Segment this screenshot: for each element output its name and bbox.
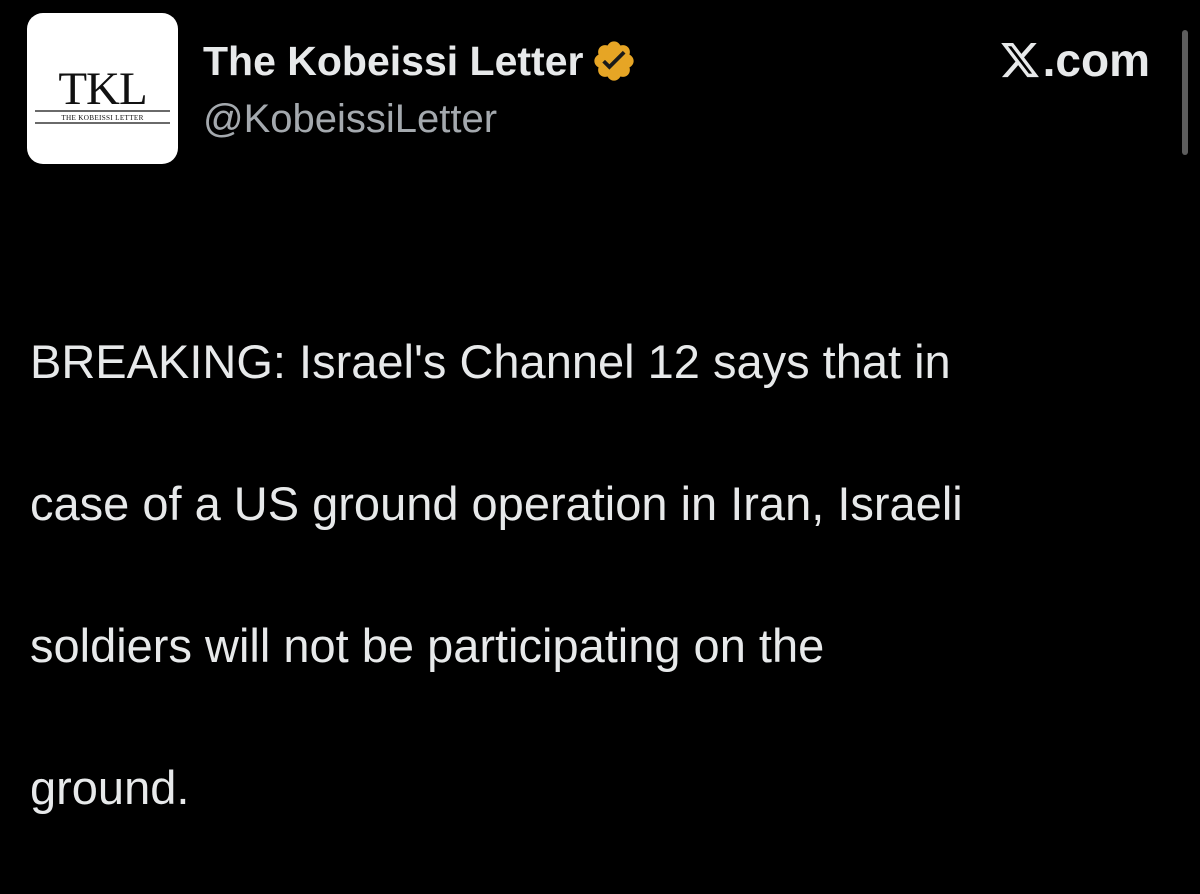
tweet-line: soldiers will not be participating on th…: [30, 619, 825, 672]
tweet-body: BREAKING: Israel's Channel 12 says that …: [30, 255, 1160, 894]
tweet-line: ground.: [30, 761, 190, 814]
avatar[interactable]: TKL THE KOBEISSI LETTER: [27, 13, 178, 164]
tweet-line: case of a US ground operation in Iran, I…: [30, 477, 963, 530]
tweet-card: TKL THE KOBEISSI LETTER The Kobeissi Let…: [0, 0, 1200, 814]
author-handle[interactable]: @KobeissiLetter: [203, 97, 497, 142]
tkl-logo-icon: TKL THE KOBEISSI LETTER: [35, 63, 170, 124]
scrollbar[interactable]: [1182, 30, 1188, 155]
author-name-row: The Kobeissi Letter: [203, 33, 637, 89]
source-domain: .com: [1042, 34, 1150, 86]
avatar-wordmark: THE KOBEISSI LETTER: [61, 114, 143, 122]
author-display-name[interactable]: The Kobeissi Letter: [203, 38, 583, 85]
source-watermark: .com: [999, 30, 1150, 90]
x-logo-icon: [1000, 42, 1039, 78]
verified-badge-icon[interactable]: [591, 38, 637, 84]
avatar-monogram: TKL: [58, 63, 146, 115]
tweet-line: BREAKING: Israel's Channel 12 says that …: [30, 335, 951, 388]
